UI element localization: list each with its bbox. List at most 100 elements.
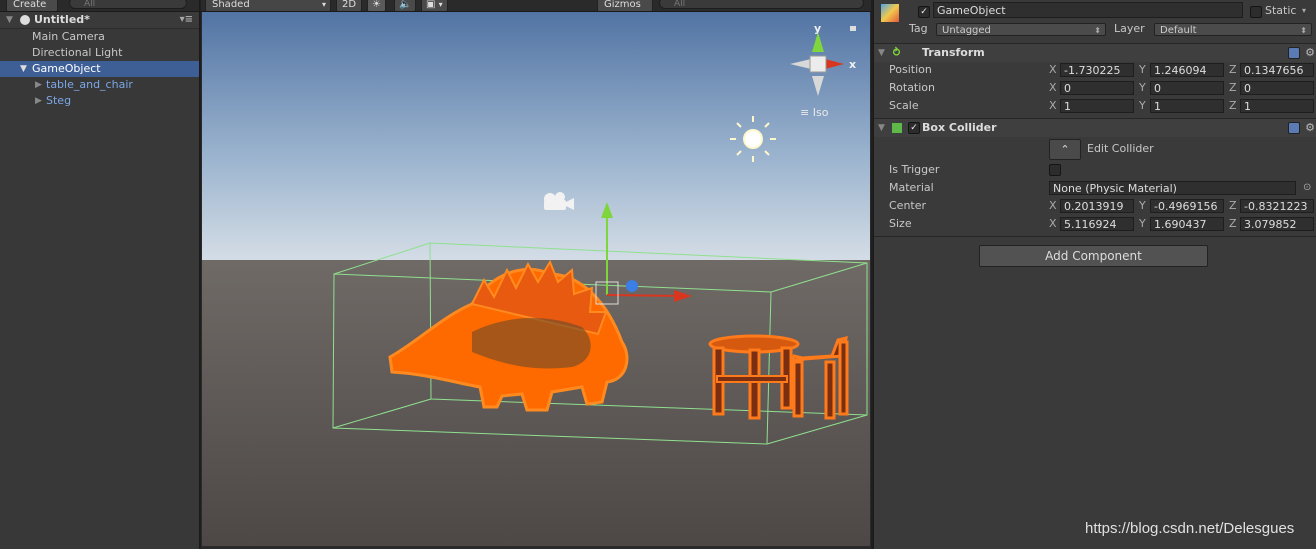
scene-root-row[interactable]: ▼ Untitled* ▾≡ [0, 12, 199, 29]
hierarchy-item-directional-light[interactable]: Directional Light [0, 45, 199, 61]
help-icon[interactable] [1288, 47, 1300, 59]
box-collider-foldout-icon[interactable]: ▼ [878, 119, 885, 137]
tag-dropdown[interactable]: Untagged [936, 23, 1106, 37]
create-dropdown[interactable]: Create ▾ [6, 0, 58, 11]
center-z-value: -0.8321223 [1244, 200, 1308, 213]
draw-mode-dropdown[interactable]: Shaded ▾ [205, 0, 331, 11]
static-checkbox[interactable] [1250, 6, 1262, 18]
dropdown-arrow-icon: ▾ [321, 0, 326, 9]
scene-panel: Shaded ▾ 2D ☀ 🔈 ▣ ▾ Gizmos ▾ All [201, 0, 871, 549]
scene-expand-icon[interactable]: ▼ [6, 12, 13, 28]
position-z-field[interactable]: 0.1347656 [1240, 63, 1314, 77]
rotation-y-value: 0 [1154, 82, 1161, 95]
size-z-field[interactable]: 3.079852 [1240, 217, 1314, 231]
tag-label: Tag [909, 22, 928, 35]
box-collider-header[interactable]: ▼ ✓ Box Collider ⚙ [874, 118, 1316, 137]
create-label: Create [13, 0, 47, 10]
center-row: Center X 0.2013919 Y -0.4969156 Z -0.832… [874, 198, 1316, 214]
active-checkbox[interactable]: ✓ [918, 6, 930, 18]
position-y-field[interactable]: 1.246094 [1150, 63, 1224, 77]
object-name-field[interactable]: GameObject [933, 2, 1243, 18]
scene-name: Untitled* [34, 13, 90, 26]
material-value: None (Physic Material) [1053, 182, 1177, 195]
scene-render[interactable]: y x ≡ Iso [202, 12, 870, 546]
size-y-value: 1.690437 [1154, 218, 1207, 231]
hierarchy-search-input[interactable]: All [69, 0, 187, 9]
transform-foldout-icon[interactable]: ▼ [878, 44, 885, 62]
hierarchy-search-placeholder: All [84, 0, 96, 9]
expand-arrow-icon[interactable]: ▼ [20, 61, 27, 77]
position-z-value: 0.1347656 [1244, 64, 1304, 77]
position-label: Position [889, 63, 932, 76]
audio-toggle-button[interactable]: 🔈 [394, 0, 417, 11]
scale-z-field[interactable]: 1 [1240, 99, 1314, 113]
material-row: Material None (Physic Material) ⊙ [874, 180, 1316, 196]
scale-y-field[interactable]: 1 [1150, 99, 1224, 113]
hierarchy-item-steg[interactable]: ▶ Steg [0, 93, 199, 109]
collapsed-arrow-icon[interactable]: ▶ [35, 93, 42, 109]
object-picker-icon[interactable]: ⊙ [1303, 180, 1311, 196]
static-dropdown-arrow-icon[interactable]: ▾ [1302, 2, 1306, 20]
axis-z-label: Z [1229, 199, 1237, 212]
effects-toggle-button[interactable]: ▣ ▾ [421, 0, 448, 11]
material-field[interactable]: None (Physic Material) [1049, 181, 1296, 195]
static-label: Static [1265, 4, 1297, 17]
rotation-label: Rotation [889, 81, 936, 94]
axis-x-label: X [1049, 199, 1057, 212]
center-x-field[interactable]: 0.2013919 [1060, 199, 1134, 213]
axis-z-label: Z [1229, 81, 1237, 94]
hierarchy-toolbar: Create ▾ All [0, 0, 199, 12]
scene-search-placeholder: All [674, 0, 686, 9]
collapsed-arrow-icon[interactable]: ▶ [35, 77, 42, 93]
hierarchy-item-main-camera[interactable]: Main Camera [0, 29, 199, 45]
position-x-field[interactable]: -1.730225 [1060, 63, 1134, 77]
center-label: Center [889, 199, 927, 212]
scale-label: Scale [889, 99, 919, 112]
rotation-y-field[interactable]: 0 [1150, 81, 1224, 95]
add-component-button[interactable]: Add Component [979, 245, 1208, 267]
object-header: ✓ GameObject Static ▾ [874, 2, 1316, 22]
watermark-text: https://blog.csdn.net/Delesgues [1085, 520, 1295, 537]
gizmos-dropdown[interactable]: Gizmos ▾ [597, 0, 653, 11]
lighting-toggle-button[interactable]: ☀ [367, 0, 386, 11]
hierarchy-panel: Create ▾ All ▼ Untitled* ▾≡ Main Camera … [0, 0, 200, 549]
box-collider-icon [892, 123, 902, 133]
scene-menu-icon[interactable]: ▾≡ [180, 12, 193, 28]
center-y-field[interactable]: -0.4969156 [1150, 199, 1224, 213]
settings-gear-icon[interactable]: ⚙ [1305, 119, 1315, 137]
settings-gear-icon[interactable]: ⚙ [1305, 44, 1315, 62]
center-z-field[interactable]: -0.8321223 [1240, 199, 1314, 213]
lock-icon [850, 26, 856, 31]
scene-search-input[interactable]: All [659, 0, 864, 9]
scene-viewport[interactable]: y x ≡ Iso [202, 12, 870, 546]
axis-x-label: X [1049, 99, 1057, 112]
hierarchy-item-label: Main Camera [32, 30, 105, 43]
rotation-x-field[interactable]: 0 [1060, 81, 1134, 95]
effects-arrow-icon: ▾ [438, 0, 443, 9]
help-icon[interactable] [1288, 122, 1300, 134]
2d-toggle-button[interactable]: 2D [336, 0, 363, 11]
hierarchy-item-table-and-chair[interactable]: ▶ table_and_chair [0, 77, 199, 93]
rotation-z-field[interactable]: 0 [1240, 81, 1314, 95]
scale-x-value: 1 [1064, 100, 1071, 113]
edit-collider-icon: ⌃ [1060, 143, 1070, 156]
hierarchy-item-label: Directional Light [32, 46, 123, 59]
layer-value: Default [1160, 25, 1197, 36]
scale-x-field[interactable]: 1 [1060, 99, 1134, 113]
hierarchy-item-gameobject[interactable]: ▼ GameObject [0, 61, 199, 77]
transform-header[interactable]: ▼ ⥁ Transform ⚙ [874, 43, 1316, 62]
size-x-field[interactable]: 5.116924 [1060, 217, 1134, 231]
axis-z-label: Z [1229, 217, 1237, 230]
box-collider-enabled-checkbox[interactable]: ✓ [908, 122, 920, 134]
edit-collider-button[interactable]: ⌃ [1049, 139, 1081, 160]
rotation-row: Rotation X 0 Y 0 Z 0 [874, 80, 1316, 96]
transform-axes-icon: ⥁ [892, 46, 902, 59]
layer-dropdown[interactable]: Default [1154, 23, 1312, 37]
tag-layer-row: Tag Untagged Layer Default [874, 21, 1316, 37]
image-icon: ▣ [426, 0, 436, 10]
size-label: Size [889, 217, 912, 230]
transform-title: Transform [922, 46, 985, 59]
axis-y-label: Y [1139, 63, 1146, 76]
is-trigger-checkbox[interactable] [1049, 164, 1061, 176]
size-y-field[interactable]: 1.690437 [1150, 217, 1224, 231]
